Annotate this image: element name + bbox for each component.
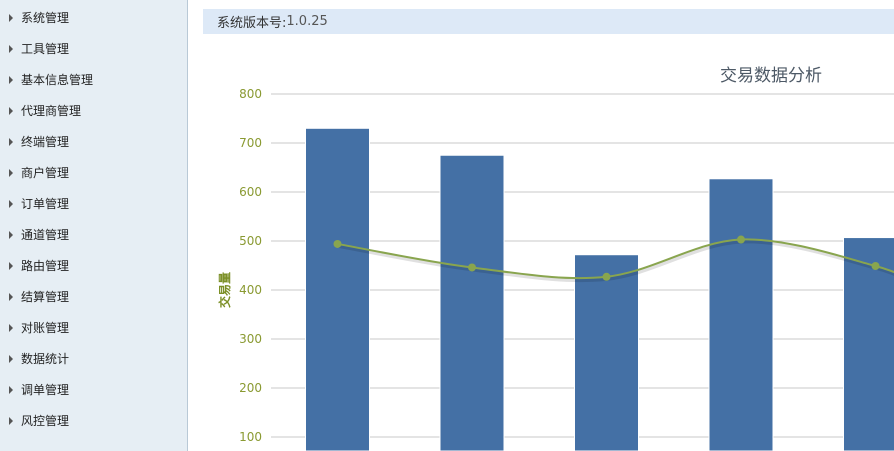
bar [305, 127, 370, 451]
y-tick-label: 800 [239, 87, 262, 101]
line-point [737, 235, 745, 244]
bar [574, 254, 639, 451]
line-point [602, 272, 611, 281]
y-tick-label: 700 [239, 136, 262, 150]
y-tick-label: 300 [239, 332, 262, 346]
y-tick-label: 400 [239, 283, 262, 297]
y-tick-label: 200 [239, 381, 262, 395]
bar [439, 154, 505, 451]
y-axis-label: 交易量 [217, 272, 232, 308]
line-point [468, 263, 476, 272]
y-tick-label: 600 [239, 185, 262, 199]
line-point [333, 239, 342, 248]
line-point [871, 261, 880, 270]
chart-title: 交易数据分析 [720, 66, 822, 86]
y-tick-label: 100 [239, 430, 262, 444]
bar [708, 178, 774, 451]
y-tick-label: 500 [239, 234, 262, 248]
